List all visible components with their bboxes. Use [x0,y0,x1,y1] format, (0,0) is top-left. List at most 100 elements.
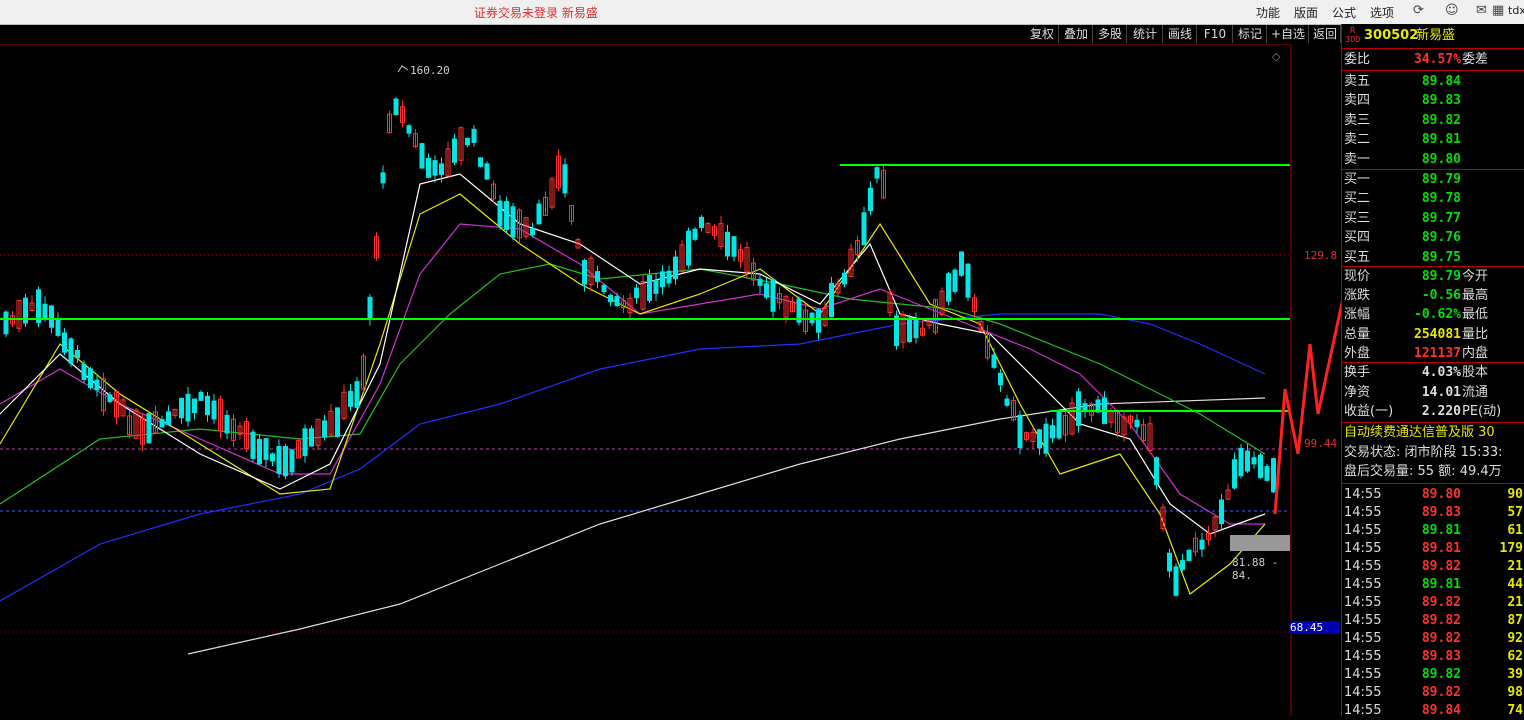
candle-body [1004,398,1010,406]
kline-chart[interactable]: 160.20 81.88 - 84. 129.8 99.44 68.45 ◇ [0,44,1341,716]
toolbar-f10-button[interactable]: F10 [1198,25,1233,43]
candle-body [842,272,847,285]
menu-layout[interactable]: 版面 [1294,4,1318,21]
candle-body [283,446,288,477]
candle-body [335,407,340,437]
candle-body [1017,414,1023,449]
toolbar-stats-button[interactable]: 统计 [1128,25,1163,43]
ask-row: 卖三 89.82 [1344,112,1461,128]
candle-body [439,163,444,176]
window-title: 证券交易未登录 新易盛 [474,6,598,20]
candle-body [1264,466,1270,481]
candle-body [666,270,672,284]
candle-body [653,279,659,294]
candle-body [582,260,587,285]
candle-body [959,251,964,276]
candle-body [81,363,87,380]
ma-line-white-long [187,397,1266,655]
chart-option-icon[interactable]: ◇ [1272,50,1280,63]
stats-row: 换手 4.03% 股本 [1344,365,1489,380]
candle-body [647,275,652,301]
candle-body [348,390,353,407]
annotation-arrow [1273,388,1287,515]
candle-body [432,160,438,176]
toolbar-back-button[interactable]: 返回 [1310,25,1341,43]
ask-row: 卖四 89.83 [1344,93,1461,109]
bid-row: 买三 89.77 [1344,210,1461,226]
candle-body [894,315,899,346]
candle-body [757,278,763,286]
tdx-label: tdx [1508,4,1524,17]
toolbar-mark-button[interactable]: 标记 [1234,25,1267,43]
candle-body [1043,423,1049,454]
quote-panel: R 300 300502 新易盛 委比 34.57% 委差 卖五 89.84 卖四 89… [1341,24,1524,718]
tick-row: 14:55 89.84 74 [1344,703,1523,718]
range-label: 81.88 - 84. [1232,556,1279,582]
candle-body [94,379,100,391]
menu-function[interactable]: 功能 [1256,4,1280,21]
candle-body [770,279,776,312]
tick-row: 14:55 89.82 39 [1344,667,1523,682]
candle-body [595,271,600,282]
candle-body [1199,539,1205,550]
weibi-row: 委比 34.57% 委差 [1344,52,1489,67]
candle-body [1232,459,1237,489]
toolbar-draw-button[interactable]: 画线 [1164,25,1197,43]
toolbar-add-watchlist-button[interactable]: +自选 [1268,25,1309,43]
candle-body [725,231,730,257]
candle-body [484,163,490,180]
trade-status: 交易状态: 闭市阶段 15:33: [1344,445,1503,460]
peak-price-label: 160.20 [410,64,450,77]
mail-icon[interactable]: ✉ [1476,3,1487,18]
candle-body [868,187,873,212]
annotation-arrow [1316,300,1341,415]
candle-body [1056,410,1062,439]
candle-body [1037,429,1042,449]
ma-line-magenta [0,223,1265,525]
bid-row: 买五 89.75 [1344,249,1461,265]
stock-header: R 300 300502 新易盛 [1342,26,1524,48]
candle-body [309,428,314,447]
bid-row: 买一 89.79 [1344,172,1461,187]
candle-body [809,312,815,324]
candle-body [907,317,912,343]
candle-body [471,128,477,143]
toolbar-overlay-button[interactable]: 叠加 [1060,25,1093,43]
tick-row: 14:55 89.81 44 [1344,577,1523,592]
tick-row: 14:55 89.82 92 [1344,631,1523,646]
menu-formula[interactable]: 公式 [1332,4,1356,21]
candle-body [1219,499,1224,525]
candle-body [88,368,93,389]
menu-options[interactable]: 选项 [1370,4,1394,21]
ma-line-blue [0,313,1266,602]
tick-row: 14:55 89.82 21 [1344,595,1523,610]
candle-body [1154,457,1159,486]
candle-body [36,289,41,324]
candle-body [192,398,197,414]
candle-body [965,263,971,298]
candle-body [198,391,204,401]
candle-body [1186,549,1192,562]
toolbar-multi-stock-button[interactable]: 多股 [1094,25,1127,43]
quote-row: 总量 254081 量比 [1344,326,1489,342]
tick-row: 14:55 89.82 98 [1344,685,1523,700]
subscription-banner[interactable]: 自动续费通达信普及版 30 [1342,423,1524,442]
candle-body [75,349,80,359]
person-icon[interactable]: ☺ [1445,3,1459,18]
tick-row: 14:55 89.83 57 [1344,505,1523,520]
candle-body [991,354,997,368]
grid-icon[interactable]: ▦ [1492,3,1504,18]
toolbar-fuquan-button[interactable]: 复权 [1026,25,1059,43]
bid-row: 买四 89.76 [1344,230,1461,246]
candle-body [530,228,535,236]
candle-body [302,428,308,457]
candle-body [205,395,210,416]
candle-body [660,271,665,288]
annotation-arrow [1308,343,1320,415]
refresh-icon[interactable]: ⟳ [1413,3,1424,18]
candle-body [224,414,230,434]
candle-body [861,212,867,246]
candle-body [634,287,639,299]
candle-body [3,311,9,335]
candle-body [913,319,919,339]
